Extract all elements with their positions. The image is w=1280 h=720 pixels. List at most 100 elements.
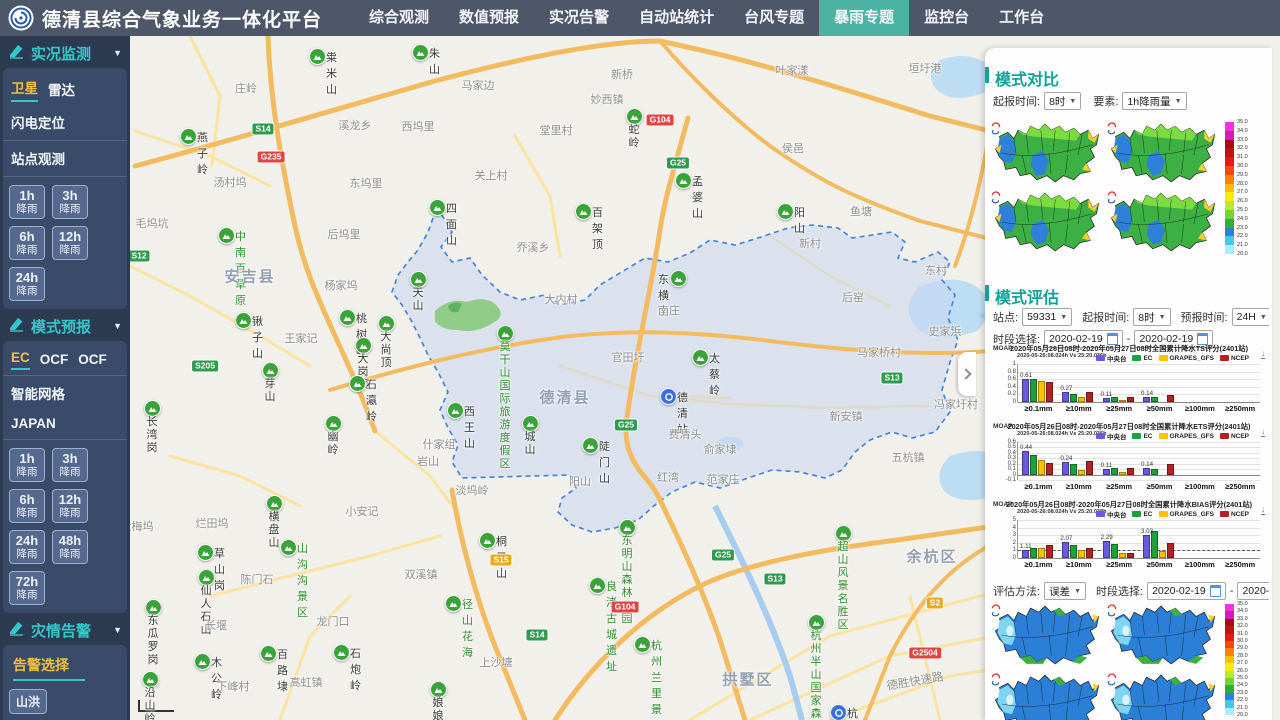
tab-OCF[interactable]: OCF: [40, 352, 69, 370]
colorbar-tick: 35.0: [1237, 601, 1248, 607]
place-label: 超山风景名胜区: [837, 541, 849, 631]
colorbar: 35.0 34.0 33.0 32.0 31.0 30.0 29.0 28.0 27.0 26.0…: [1225, 119, 1259, 257]
forecast-time-label: 预报时间:: [1180, 312, 1228, 324]
district-label-安吉县: 安吉县: [224, 268, 276, 286]
download-icon[interactable]: ↓: [1261, 350, 1265, 359]
nav-item-综合观测[interactable]: 综合观测: [354, 0, 444, 36]
mountain-icon: [180, 128, 197, 145]
colorbar-tick: 21.0: [1237, 704, 1248, 711]
bar-EC-≥50mm: [1151, 531, 1158, 558]
colorbar-tick: 21.0: [1237, 242, 1248, 249]
legend-swatch: [1158, 355, 1168, 361]
tab-智能网格[interactable]: 智能网格: [11, 383, 65, 406]
tab-卫星[interactable]: 卫星: [11, 77, 38, 102]
rain-button-12h[interactable]: 12h 降雨: [52, 226, 88, 260]
place-label: 娘娘山: [432, 697, 444, 720]
mountain-icon: [333, 644, 350, 661]
bar-value-label: 0.61: [1020, 371, 1033, 379]
nav-item-实况告警[interactable]: 实况告警: [534, 0, 624, 36]
colorbar-segment: [1225, 626, 1234, 634]
tab-OCF[interactable]: OCF: [78, 352, 107, 370]
colorbar-tick: 22.0: [1237, 697, 1248, 704]
date-from-input[interactable]: 2020-02-19: [1147, 582, 1226, 600]
tab-站点观测[interactable]: 站点观测: [11, 148, 65, 171]
place-label: 山沟沟景区: [297, 543, 308, 619]
station-icon: [830, 704, 847, 720]
rain-button-1h[interactable]: 1h 降雨: [9, 448, 45, 482]
town-label-新安镇: 新安镇: [829, 411, 863, 423]
town-label-关上村: 关上村: [474, 170, 508, 182]
road-badge-S15: S15: [490, 554, 512, 566]
rain-button-1h[interactable]: 1h 降雨: [9, 185, 45, 219]
colorbar-segment: [1225, 604, 1234, 612]
place-label: 天山: [412, 287, 424, 312]
method-select[interactable]: 误差 ▼: [1044, 582, 1086, 600]
mountain-icon: [142, 671, 159, 688]
alert-button-山洪[interactable]: 山洪: [9, 689, 48, 714]
town-label-高虹镇: 高虹镇: [289, 677, 323, 689]
rain-button-24h[interactable]: 24h 降雨: [9, 267, 45, 301]
colorbar-segment: [1225, 210, 1234, 219]
rain-button-24h[interactable]: 24h 降雨: [9, 530, 45, 564]
legend-swatch: [1132, 511, 1142, 517]
mountain-icon: [266, 495, 283, 512]
x-tick-label: ≥250mm: [1225, 404, 1256, 413]
element-select[interactable]: 1h降雨量 ▼: [1122, 92, 1187, 110]
rain-button-3h[interactable]: 3h 降雨: [52, 185, 88, 219]
tab-JAPAN[interactable]: JAPAN: [11, 416, 56, 434]
pen-icon: [8, 315, 25, 337]
pen-icon: [8, 619, 25, 641]
start-time-select[interactable]: 8时 ▼: [1044, 92, 1082, 110]
nav-item-台风专题[interactable]: 台风专题: [729, 0, 819, 36]
pen-icon: [8, 42, 25, 64]
legend-swatch: [1158, 511, 1168, 517]
colorbar-segment: [1225, 700, 1234, 708]
rain-button-12h[interactable]: 12h 降雨: [52, 489, 88, 523]
place-label: 草山岗: [214, 548, 225, 592]
colorbar-tick: 28.0: [1237, 652, 1248, 659]
sidebar-section-header-模式预报[interactable]: 模式预报 ▼: [0, 311, 130, 341]
download-icon[interactable]: ↓: [1261, 506, 1265, 515]
forecast-time-select[interactable]: 24H ▼: [1231, 308, 1269, 326]
chevron-down-icon: ▼: [113, 321, 122, 331]
rain-button-6h[interactable]: 6h 降雨: [9, 489, 45, 523]
nav-item-暴雨专题[interactable]: 暴雨专题: [819, 0, 910, 36]
x-tick-label: ≥50mm: [1146, 404, 1173, 413]
rain-button-48h[interactable]: 48h 降雨: [52, 530, 88, 564]
nav-item-工作台[interactable]: 工作台: [984, 0, 1059, 36]
nav-item-自动站统计[interactable]: 自动站统计: [624, 0, 729, 36]
bar-value-label: 0.24: [1060, 454, 1073, 462]
sidebar-section-header-灾情告警[interactable]: 灾情告警 ▼: [0, 615, 130, 645]
date-to-input[interactable]: 2020-02-19: [1237, 582, 1269, 600]
nav-item-监控台[interactable]: 监控台: [909, 0, 984, 36]
chevron-down-icon: ▼: [1158, 313, 1166, 321]
bar-EC-≥0.1mm: [1030, 379, 1037, 402]
panel-collapse-button[interactable]: [958, 352, 976, 396]
town-label-垣圩港: 垣圩港: [908, 63, 942, 75]
station-select[interactable]: 59331 ▼: [1022, 308, 1073, 326]
tab-闪电定位[interactable]: 闪电定位: [11, 112, 65, 135]
x-tick-label: ≥0.1mm: [1024, 482, 1053, 491]
rain-button-6h[interactable]: 6h 降雨: [9, 226, 45, 260]
x-tick-label: ≥50mm: [1146, 560, 1173, 569]
town-label-红湾: 红湾: [657, 472, 679, 484]
mountain-icon: [145, 599, 162, 616]
colorbar-tick: 26.0: [1237, 198, 1248, 205]
place-label: 太蔡岭: [709, 353, 720, 397]
place-label: 陡门山: [599, 441, 610, 485]
rain-button-72h[interactable]: 72h 降雨: [9, 571, 45, 605]
mountain-icon: [309, 48, 326, 65]
tab-雷达[interactable]: 雷达: [48, 79, 75, 102]
tab-EC[interactable]: EC: [11, 350, 30, 370]
mountain-icon: [575, 203, 592, 220]
rain-button-3h[interactable]: 3h 降雨: [52, 448, 88, 482]
bar-NCEP-≥0.1mm: [1046, 463, 1053, 475]
road-badge-S14: S14: [526, 629, 548, 641]
sidebar-section-header-实况监测[interactable]: 实况监测 ▼: [0, 38, 130, 68]
nav-item-数值预报[interactable]: 数值预报: [444, 0, 534, 36]
town-label-小安记: 小安记: [345, 506, 379, 518]
download-icon[interactable]: ↓: [1261, 428, 1265, 437]
model-map-thumbnail-3: [991, 673, 1103, 720]
bar-chart-3: MOAP 2020年05月26日08时-2020年05月27日08时全国累计降水B…: [991, 500, 1267, 576]
start-time-select[interactable]: 8时 ▼: [1133, 308, 1171, 326]
